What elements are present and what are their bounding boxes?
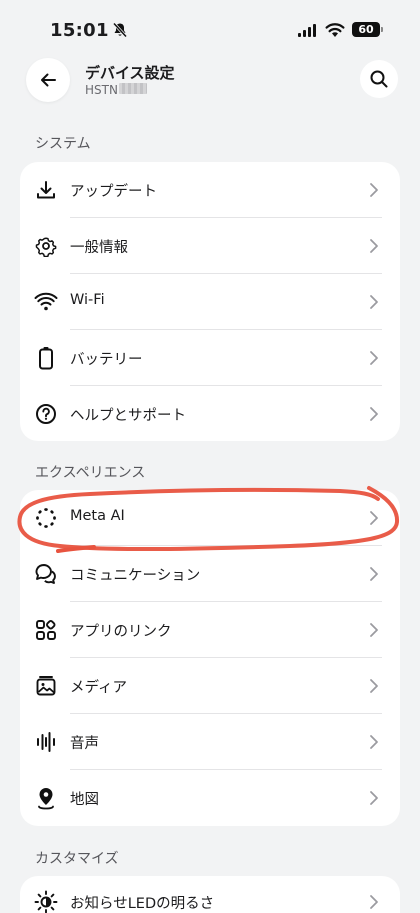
section-system-label: システム [35,136,91,152]
chevron-right-icon [370,183,378,197]
chat-bubbles-icon [34,562,58,586]
chevron-right-icon [370,623,378,637]
settings-item-label: ヘルプとサポート [70,408,186,424]
system-card: アップデート 一般情報 Wi-Fi バッテリー ヘルプとサポート [20,162,400,441]
settings-item-label: 地図 [70,792,99,808]
redacted-serial [119,83,147,94]
chevron-right-icon [370,511,378,525]
chevron-right-icon [370,791,378,805]
settings-item-label: 音声 [70,736,99,752]
chevron-right-icon [370,679,378,693]
bell-off-icon [112,22,128,38]
help-icon [34,402,58,426]
chevron-right-icon [370,567,378,581]
settings-item-label: 一般情報 [70,240,128,256]
section-customize-label: カスタマイズ [35,851,119,867]
settings-item-map[interactable]: 地図 [20,770,400,826]
wifi-icon [34,290,58,314]
settings-item-meta-ai[interactable]: Meta AI [20,490,400,546]
meta-ai-icon [34,506,58,530]
brightness-icon [34,890,58,913]
settings-item-communication[interactable]: コミュニケーション [20,546,400,602]
battery-icon [34,346,58,370]
settings-item-label: Meta AI [70,508,125,524]
settings-item-label: アップデート [70,184,157,200]
device-name: HSTN [85,83,118,97]
chevron-right-icon [370,895,378,909]
settings-item-label: アプリのリンク [70,624,172,640]
status-bar: 15:01 60 [0,0,420,52]
settings-item-led-brightness[interactable]: お知らせLEDの明るさ [20,876,400,913]
chevron-right-icon [370,351,378,365]
settings-item-label: Wi-Fi [70,292,105,308]
section-experience-label: エクスペリエンス [35,465,146,481]
media-icon [34,674,58,698]
search-icon [370,70,388,88]
battery-status-icon: 60 [352,22,383,37]
chevron-right-icon [370,239,378,253]
experience-card: Meta AI コミュニケーション アプリのリンク メディア 音声 地図 [20,490,400,826]
settings-item-label: バッテリー [70,352,143,368]
settings-item-label: メディア [70,680,127,696]
settings-item-battery[interactable]: バッテリー [20,330,400,386]
settings-item-wifi[interactable]: Wi-Fi [20,274,400,330]
settings-item-label: お知らせLEDの明るさ [70,896,215,912]
settings-item-label: コミュニケーション [70,568,201,584]
cellular-signal-icon [298,24,316,37]
chevron-right-icon [370,735,378,749]
customize-card: お知らせLEDの明るさ [20,876,400,913]
settings-item-update[interactable]: アップデート [20,162,400,218]
search-button[interactable] [360,60,398,98]
audio-waveform-icon [34,730,58,754]
back-button[interactable] [26,58,70,102]
settings-item-app-links[interactable]: アプリのリンク [20,602,400,658]
wifi-status-icon [325,22,345,38]
chevron-right-icon [370,407,378,421]
gear-icon [34,234,58,258]
settings-item-audio[interactable]: 音声 [20,714,400,770]
settings-item-general-info[interactable]: 一般情報 [20,218,400,274]
arrow-left-icon [41,73,56,87]
apps-grid-icon [34,618,58,642]
download-icon [34,178,58,202]
status-time: 15:01 [50,20,109,41]
settings-item-help-support[interactable]: ヘルプとサポート [20,386,400,441]
page-title: デバイス設定 [85,64,175,82]
map-pin-icon [34,786,58,810]
chevron-right-icon [370,295,378,309]
settings-item-media[interactable]: メディア [20,658,400,714]
